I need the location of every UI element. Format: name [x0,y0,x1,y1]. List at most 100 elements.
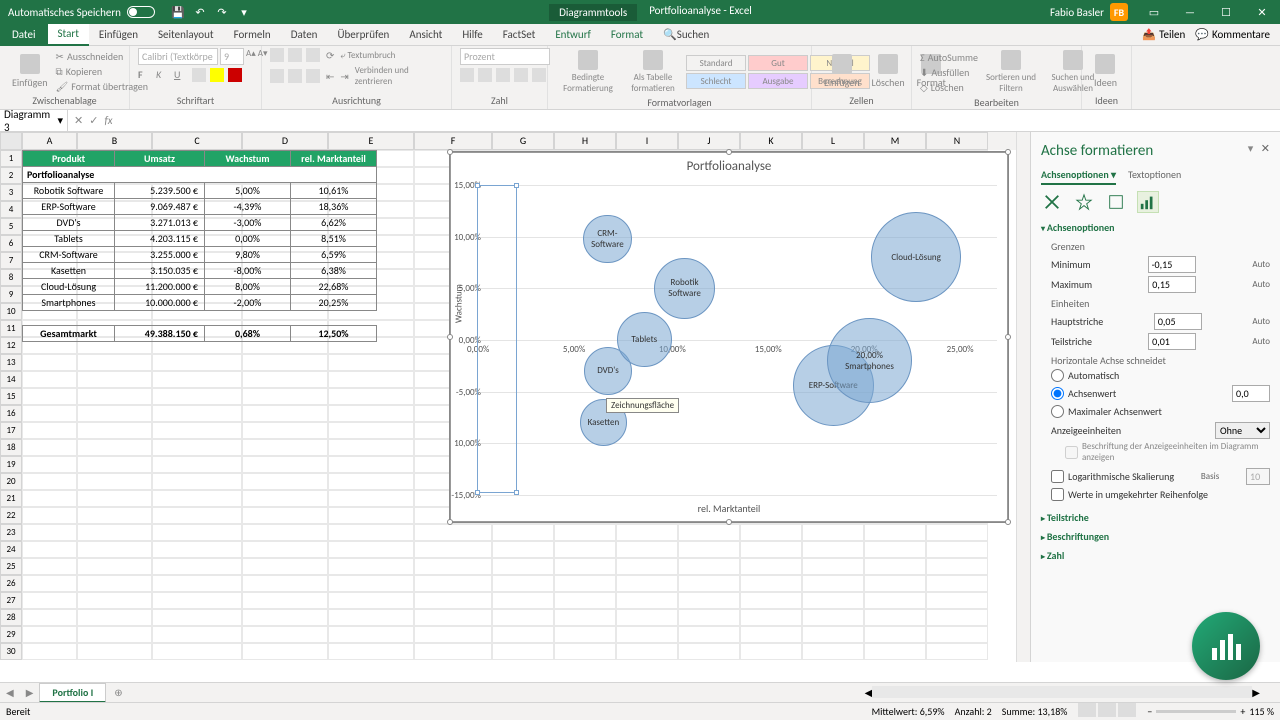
minor-auto[interactable]: Auto [1252,336,1270,347]
log-scale-checkbox[interactable] [1051,470,1064,483]
share-button[interactable]: 📤 Teilen [1142,28,1185,41]
col-header[interactable]: E [328,132,414,150]
crosses-value-radio[interactable] [1051,387,1064,400]
ribbon-options-icon[interactable]: ▭ [1136,0,1172,24]
autosum-button[interactable]: Σ AutoSumme [920,51,978,64]
min-input[interactable] [1148,256,1196,273]
row-header[interactable]: 19 [0,456,22,473]
bold-icon[interactable]: F [138,68,152,82]
row-header[interactable]: 27 [0,592,22,609]
row-header[interactable]: 26 [0,575,22,592]
align-top-icon[interactable] [270,48,284,62]
chart-bubble[interactable]: Cloud-Lösung [871,212,961,302]
tab-view[interactable]: Ansicht [399,24,452,46]
comments-button[interactable]: 💬 Kommentare [1195,28,1270,41]
tab-file[interactable]: Datei [0,24,48,46]
vertical-scrollbar[interactable] [1016,132,1030,662]
x-axis-label[interactable]: rel. Marktanteil [698,502,761,515]
fx-cancel-icon[interactable]: ✕ [74,114,83,127]
paste-button[interactable]: Einfügen [8,52,52,91]
autosave-toggle[interactable] [127,6,155,18]
number-format-select[interactable] [460,48,550,65]
border-icon[interactable] [192,68,206,82]
fx-icon[interactable]: fx [104,114,112,127]
plot-area[interactable]: 15,00%10,00%5,00%0,00%-5,00%10,00%-15,00… [481,185,997,493]
row-header[interactable]: 20 [0,473,22,490]
tab-formulas[interactable]: Formeln [224,24,281,46]
percent-icon[interactable] [478,68,492,82]
row-header[interactable]: 8 [0,269,22,286]
chart-handle[interactable] [447,149,453,155]
sort-button[interactable]: Sortieren und Filtern [982,48,1040,96]
col-header[interactable]: A [22,132,77,150]
view-page-icon[interactable] [1098,703,1116,717]
row-header[interactable]: 17 [0,422,22,439]
undo-icon[interactable]: ↶ [193,5,207,19]
qat-more-icon[interactable]: ▾ [237,5,251,19]
col-header[interactable]: I [616,132,678,150]
indent-dec-icon[interactable]: ⇤ [326,70,334,83]
max-input[interactable] [1148,276,1196,293]
horizontal-scrollbar[interactable] [872,686,1252,698]
close-icon[interactable]: ✕ [1244,0,1280,24]
row-header[interactable]: 15 [0,388,22,405]
inc-font-icon[interactable]: A▴ [246,48,256,65]
col-header[interactable]: J [678,132,740,150]
row-header[interactable]: 3 [0,184,22,201]
comma-icon[interactable] [496,68,510,82]
fill-line-icon[interactable] [1041,191,1063,213]
minor-input[interactable] [1148,333,1196,350]
chart-handle[interactable] [1005,334,1011,340]
row-header[interactable]: 6 [0,235,22,252]
tab-insert[interactable]: Einfügen [89,24,148,46]
chart-handle[interactable] [726,519,732,525]
section-number[interactable]: Zahl [1041,549,1270,562]
style-ausgabe[interactable]: Ausgabe [748,73,808,89]
row-header[interactable]: 2 [0,167,22,184]
size-props-icon[interactable] [1105,191,1127,213]
row-header[interactable]: 21 [0,490,22,507]
col-header[interactable]: D [242,132,328,150]
currency-icon[interactable] [460,68,474,82]
row-header[interactable]: 5 [0,218,22,235]
align-center-icon[interactable] [288,69,302,83]
row-header[interactable]: 4 [0,201,22,218]
row-header[interactable]: 25 [0,558,22,575]
tab-format[interactable]: Format [601,24,653,46]
minimize-icon[interactable]: — [1172,0,1208,24]
chart-bubble[interactable]: Robotik Software [654,258,715,319]
tab-factset[interactable]: FactSet [493,24,546,46]
view-normal-icon[interactable] [1078,703,1096,717]
chart-bubble[interactable]: 20,00%Smartphones [827,318,912,403]
tab-start[interactable]: Start [48,24,89,46]
zoom-in-icon[interactable]: + [1240,705,1245,718]
select-all-corner[interactable] [0,132,22,150]
crosses-auto-radio[interactable] [1051,369,1064,382]
chart-handle[interactable] [447,519,453,525]
col-header[interactable]: N [926,132,988,150]
axis-options-icon[interactable] [1137,191,1159,213]
name-box[interactable]: Diagramm 3 ▾ [0,110,68,131]
effects-icon[interactable] [1073,191,1095,213]
redo-icon[interactable]: ↷ [215,5,229,19]
panel-close-icon[interactable]: ✕ [1261,142,1270,155]
dec-dec-icon[interactable] [532,68,546,82]
align-bot-icon[interactable] [306,48,320,62]
fill-button[interactable]: ⬇ Ausfüllen [920,66,978,79]
col-header[interactable]: F [414,132,492,150]
font-name-input[interactable] [138,48,218,65]
reverse-checkbox[interactable] [1051,488,1064,501]
save-icon[interactable]: 💾 [171,5,185,19]
fill-color-icon[interactable] [210,68,224,82]
col-header[interactable]: B [77,132,152,150]
section-labels[interactable]: Beschriftungen [1041,530,1270,543]
row-header[interactable]: 14 [0,371,22,388]
as-table-button[interactable]: Als Tabelle formatieren [624,48,682,96]
col-header[interactable]: L [802,132,864,150]
row-header[interactable]: 28 [0,609,22,626]
orientation-icon[interactable]: ⟳ [326,49,334,62]
hscroll-right-icon[interactable]: ▶ [1252,686,1260,699]
sheet-tab[interactable]: Portfolio I [39,683,106,703]
ideas-button[interactable]: Ideen [1090,52,1121,91]
panel-tab-text-options[interactable]: Textoptionen [1128,168,1181,185]
